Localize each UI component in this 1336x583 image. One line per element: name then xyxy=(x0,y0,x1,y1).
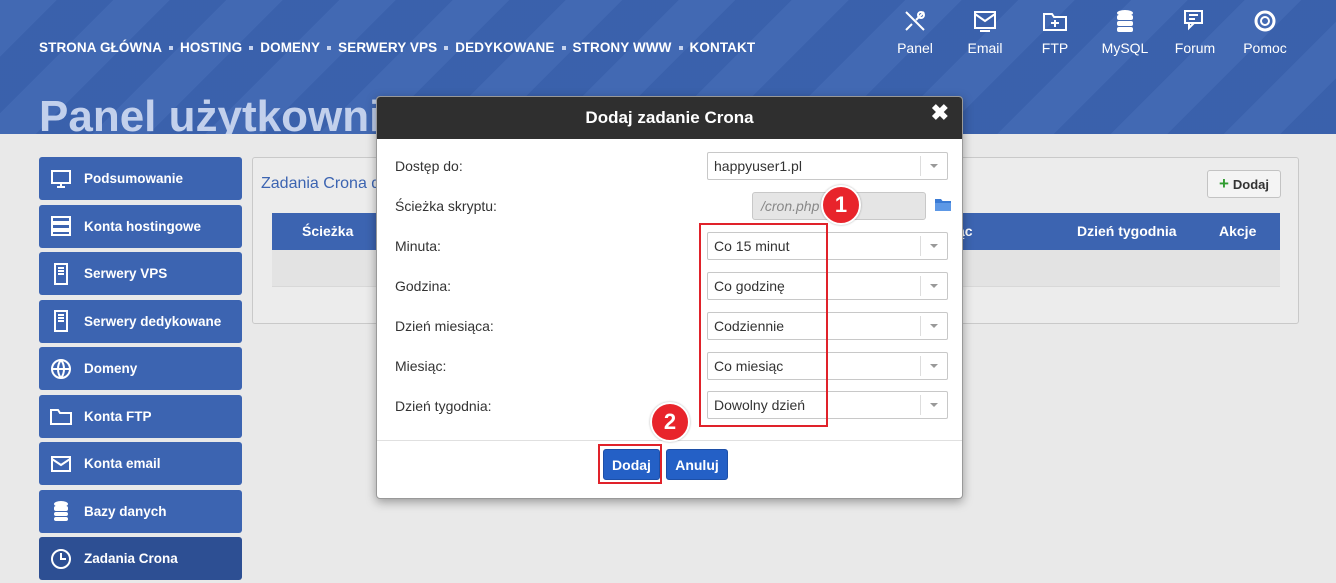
database-icon xyxy=(49,499,73,523)
column-path[interactable]: Ścieżka xyxy=(302,223,353,239)
sidebar: Podsumowanie Konta hostingowe Serwery VP… xyxy=(39,157,242,583)
nav-separator xyxy=(678,45,683,50)
sidebar-item-hosting[interactable]: Konta hostingowe xyxy=(39,204,242,248)
cron-panel-title: Zadania Crona dla xyxy=(261,175,393,192)
plus-icon: + xyxy=(1218,174,1229,193)
sidebar-item-label: Podsumowanie xyxy=(84,171,184,186)
nav-vps[interactable]: SERWERY VPS xyxy=(338,40,437,55)
highlight-box-submit xyxy=(598,444,662,484)
nav-websites[interactable]: STRONY WWW xyxy=(573,40,672,55)
top-help-link[interactable]: Pomoc xyxy=(1230,8,1300,56)
highlight-box-schedule xyxy=(699,223,828,427)
month-label: Miesiąc: xyxy=(395,358,447,374)
nav-home[interactable]: STRONA GŁÓWNA xyxy=(39,40,162,55)
sidebar-item-label: Domeny xyxy=(84,361,138,376)
top-ftp-link[interactable]: FTP xyxy=(1020,8,1090,56)
sidebar-item-dedicated[interactable]: Serwery dedykowane xyxy=(39,299,242,343)
top-help-label: Pomoc xyxy=(1243,40,1287,56)
sidebar-item-cron[interactable]: Zadania Crona xyxy=(39,537,242,580)
access-value: happyuser1.pl xyxy=(714,158,802,174)
email-icon xyxy=(974,11,996,32)
top-email-label: Email xyxy=(967,40,1003,56)
sidebar-item-databases[interactable]: Bazy danych xyxy=(39,489,242,533)
top-ftp-label: FTP xyxy=(1041,40,1069,56)
sidebar-item-domains[interactable]: Domeny xyxy=(39,347,242,390)
access-label: Dostęp do: xyxy=(395,158,463,174)
add-cron-label: Dodaj xyxy=(1232,176,1270,192)
sidebar-item-email[interactable]: Konta email xyxy=(39,442,242,485)
tower-icon xyxy=(49,309,73,333)
weekday-label: Dzień tygodnia: xyxy=(395,398,492,414)
access-select[interactable]: happyuser1.pl xyxy=(707,152,948,180)
nav-dedicated[interactable]: DEDYKOWANE xyxy=(455,40,554,55)
forum-icon xyxy=(1184,10,1203,31)
chevron-down-icon xyxy=(920,236,947,256)
top-forum-label: Forum xyxy=(1174,40,1216,56)
nav-separator xyxy=(249,45,254,50)
close-icon[interactable]: ✖ xyxy=(931,100,949,126)
cancel-button[interactable]: Anuluj xyxy=(666,449,728,480)
sidebar-item-label: Serwery VPS xyxy=(84,266,168,281)
day-label: Dzień miesiąca: xyxy=(395,318,494,334)
tools-icon xyxy=(905,11,925,31)
column-actions: Akcje xyxy=(1219,223,1257,239)
top-panel-link[interactable]: Panel xyxy=(880,8,950,56)
chevron-down-icon xyxy=(920,316,947,336)
sidebar-item-summary[interactable]: Podsumowanie xyxy=(39,157,242,200)
top-mysql-link[interactable]: MySQL xyxy=(1090,8,1160,56)
envelope-icon xyxy=(49,452,73,476)
chevron-down-icon xyxy=(920,276,947,296)
top-forum-link[interactable]: Forum xyxy=(1160,8,1230,56)
top-mysql-label: MySQL xyxy=(1101,40,1149,56)
nav-separator xyxy=(561,45,566,50)
chevron-down-icon xyxy=(920,156,947,176)
folder-icon xyxy=(49,404,73,428)
nav-separator xyxy=(444,45,449,50)
top-email-link[interactable]: Email xyxy=(950,8,1020,56)
chevron-down-icon xyxy=(920,356,947,376)
nav-hosting[interactable]: HOSTING xyxy=(180,40,242,55)
nav-domains[interactable]: DOMENY xyxy=(260,40,320,55)
sidebar-item-label: Bazy danych xyxy=(84,503,167,519)
modal-title: Dodaj zadanie Crona xyxy=(585,108,754,127)
sidebar-item-label: Konta hostingowe xyxy=(84,218,201,234)
sidebar-item-label: Serwery dedykowane xyxy=(84,313,222,329)
top-icon-bar: Panel Email FTP MySQL Forum Pomoc xyxy=(880,8,1300,56)
nav-separator xyxy=(169,45,174,50)
monitor-icon xyxy=(49,167,73,191)
ftp-icon xyxy=(1043,13,1067,31)
modal-header: Dodaj zadanie Crona ✖ xyxy=(377,97,962,139)
top-panel-label: Panel xyxy=(897,40,933,56)
sidebar-item-label: Konta email xyxy=(84,456,161,471)
add-cron-button[interactable]: + Dodaj xyxy=(1207,170,1281,198)
sidebar-item-label: Konta FTP xyxy=(84,408,152,424)
sidebar-item-vps[interactable]: Serwery VPS xyxy=(39,252,242,295)
sidebar-item-ftp[interactable]: Konta FTP xyxy=(39,394,242,438)
path-label: Ścieżka skryptu: xyxy=(395,198,497,214)
column-weekday[interactable]: Dzień tygodnia xyxy=(1077,223,1177,239)
minute-label: Minuta: xyxy=(395,238,441,254)
database-icon xyxy=(1117,10,1133,32)
nav-separator xyxy=(327,45,332,50)
page-title: Panel użytkownika xyxy=(39,92,431,134)
hour-label: Godzina: xyxy=(395,278,452,294)
top-navigation: STRONA GŁÓWNA HOSTING DOMENY SERWERY VPS… xyxy=(39,40,755,55)
sidebar-item-label: Zadania Crona xyxy=(84,551,178,566)
server-icon xyxy=(49,214,73,238)
nav-contact[interactable]: KONTAKT xyxy=(690,40,756,55)
lifebuoy-icon xyxy=(1254,10,1276,32)
step-badge-2: 2 xyxy=(650,402,690,442)
globe-icon xyxy=(49,357,73,381)
tower-icon xyxy=(49,262,73,286)
clock-icon xyxy=(49,547,73,571)
folder-browse-icon[interactable] xyxy=(935,198,951,211)
chevron-down-icon xyxy=(920,395,947,415)
step-badge-1: 1 xyxy=(821,185,861,225)
